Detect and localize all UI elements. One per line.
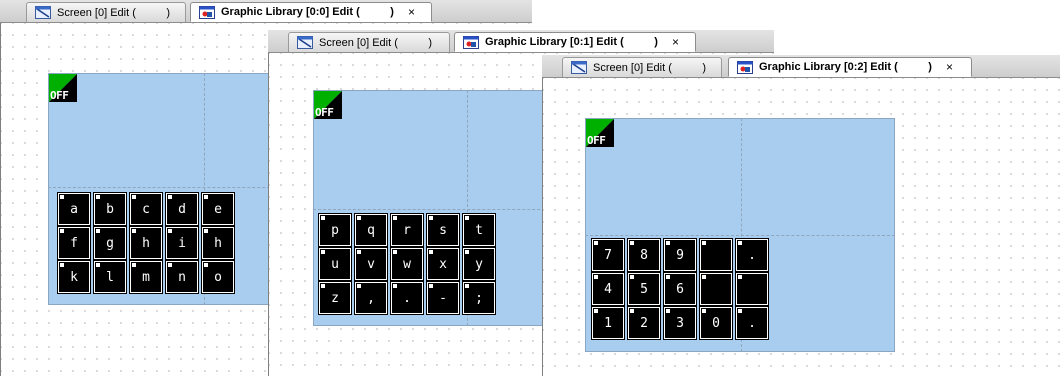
guide-line-horizontal [585,235,895,236]
editor-window-0-2: Screen [0] Edit ( ) Graphic Library [0:2… [542,55,1060,376]
keypad-key[interactable]: k [57,260,91,294]
keypad-key[interactable]: o [201,260,235,294]
keypad-key[interactable]: b [93,192,127,226]
keypad-key[interactable]: x [426,247,460,281]
off-lamp[interactable]: OFF [586,119,614,147]
keypad-key[interactable]: t [462,213,496,247]
graphic-library-icon [199,5,215,19]
tab-label: Screen [0] Edit ( ) [319,36,433,49]
keypad-key[interactable]: 8 [627,238,661,272]
keypad-key[interactable]: l [93,260,127,294]
tab-label: Graphic Library [0:2] Edit ( ) [759,61,932,73]
keypad-key[interactable]: 4 [591,272,625,306]
tab-screen-edit[interactable]: Screen [0] Edit ( ) [562,57,722,77]
lamp-label: OFF [315,106,334,119]
keypad-key[interactable]: 7 [591,238,625,272]
key-grid: 789. 456 1230. [591,238,771,340]
tab-label: Graphic Library [0:1] Edit ( ) [485,36,658,48]
keypad-key[interactable]: d [165,192,199,226]
keypad-key[interactable] [699,238,733,272]
tab-label: Graphic Library [0:0] Edit ( ) [221,6,394,18]
tab-graphic-library-edit[interactable]: Graphic Library [0:0] Edit ( ) × [190,2,432,22]
keypad-key[interactable]: v [354,247,388,281]
keypad-key[interactable]: 5 [627,272,661,306]
keypad-key[interactable]: ; [462,281,496,315]
keypad-key[interactable]: 2 [627,306,661,340]
keypad-key[interactable]: g [93,226,127,260]
keypad-key[interactable]: e [201,192,235,226]
keypad-key[interactable]: 0 [699,306,733,340]
keypad-key[interactable]: i [165,226,199,260]
tab-graphic-library-edit[interactable]: Graphic Library [0:1] Edit ( ) × [454,32,696,52]
keypad-key[interactable]: . [735,306,769,340]
close-tab-icon[interactable]: × [946,60,953,74]
keypad-key[interactable]: z [318,281,352,315]
close-tab-icon[interactable]: × [408,5,415,19]
key-grid: abcdefghihklmno [57,192,237,294]
keypad-key[interactable]: 3 [663,306,697,340]
lamp-label: OFF [587,134,606,147]
tab-graphic-library-edit[interactable]: Graphic Library [0:2] Edit ( ) × [728,57,972,77]
graphic-library-icon [737,60,753,74]
keypad-key[interactable]: - [426,281,460,315]
guide-line-horizontal [313,209,575,210]
keypad-key[interactable]: . [735,238,769,272]
keypad-key[interactable]: q [354,213,388,247]
keypad-key[interactable]: c [129,192,163,226]
screen-icon [571,61,587,74]
keypad-key[interactable]: 6 [663,272,697,306]
keypad-key[interactable]: n [165,260,199,294]
keypad-key[interactable]: w [390,247,424,281]
keypad-key[interactable]: p [318,213,352,247]
keypad-key[interactable]: , [354,281,388,315]
keypad-key[interactable]: y [462,247,496,281]
tab-screen-edit[interactable]: Screen [0] Edit ( ) [26,2,186,22]
keypad-key[interactable] [735,272,769,306]
keypad-key[interactable]: 9 [663,238,697,272]
tab-label: Screen [0] Edit ( ) [57,6,171,19]
keypad-key[interactable] [699,272,733,306]
edit-canvas[interactable]: OFF 789. 456 1230. [542,78,1060,376]
keypad-key[interactable]: h [129,226,163,260]
key-grid: p q r s t u v w x y z,. -; [318,213,498,315]
keypad-key[interactable]: f [57,226,91,260]
off-lamp[interactable]: OFF [49,74,77,102]
tab-screen-edit[interactable]: Screen [0] Edit ( ) [288,32,450,52]
tab-strip: Screen [0] Edit ( ) Graphic Library [0:1… [268,30,774,53]
graphic-library-icon [463,35,479,49]
keypad-key[interactable]: h [201,226,235,260]
keypad-key[interactable]: a [57,192,91,226]
tab-strip: Screen [0] Edit ( ) Graphic Library [0:2… [542,55,1060,78]
keypad-key[interactable]: r [390,213,424,247]
keypad-key[interactable]: m [129,260,163,294]
keypad-key[interactable]: . [390,281,424,315]
off-lamp[interactable]: OFF [314,91,342,119]
screen-icon [35,6,51,19]
lamp-label: OFF [50,89,69,102]
screen-icon [297,36,313,49]
tab-label: Screen [0] Edit ( ) [593,61,707,74]
close-tab-icon[interactable]: × [672,35,679,49]
keypad-key[interactable]: 1 [591,306,625,340]
tab-strip: Screen [0] Edit ( ) Graphic Library [0:0… [0,0,532,23]
keypad-key[interactable]: u [318,247,352,281]
keypad-key[interactable]: s [426,213,460,247]
